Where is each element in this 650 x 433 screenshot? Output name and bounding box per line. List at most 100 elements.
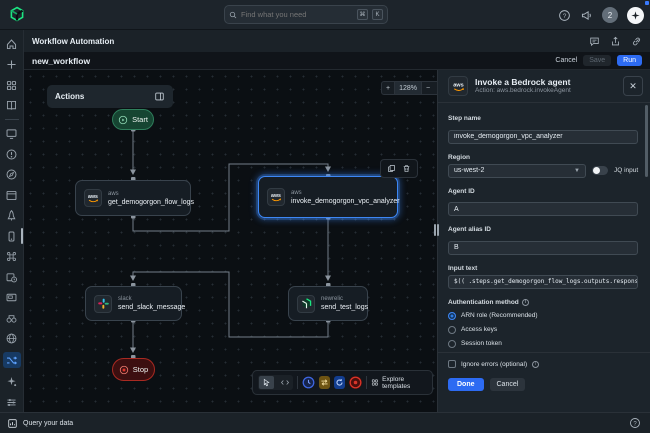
start-label: Start (132, 115, 148, 124)
user-avatar[interactable]: 2 (602, 7, 618, 23)
global-search[interactable]: ⌘ K (224, 5, 388, 24)
node-get-demogorgon-flow-logs[interactable]: aws aws get_demogorgon_flow_logs (75, 180, 191, 216)
input-text-input[interactable]: $(( .steps.get_demogorgon_flow_logs.outp… (448, 275, 638, 289)
wait-step-button[interactable] (302, 376, 315, 389)
record-stop-icon (349, 376, 362, 389)
auth-option-access-keys[interactable]: Access keys (448, 326, 641, 334)
dashboards-icon[interactable] (4, 127, 20, 141)
step-name-input[interactable] (448, 130, 638, 144)
slack-icon (94, 295, 112, 313)
explore-templates-label: Explore templates (382, 376, 427, 390)
feedback-icon[interactable] (589, 36, 600, 47)
sparkle-icon (630, 10, 641, 21)
cancel-button[interactable]: Cancel (555, 57, 577, 64)
info-icon[interactable]: i (532, 361, 539, 368)
loop-step-button[interactable] (334, 376, 345, 389)
chevron-down-icon: ▼ (574, 168, 580, 174)
cursor-icon (262, 378, 271, 387)
save-button[interactable]: Save (583, 55, 611, 66)
share-icon[interactable] (610, 36, 621, 47)
help-icon[interactable]: ? (558, 9, 571, 22)
select-tool-button[interactable] (259, 376, 274, 389)
ai-assistant-button[interactable] (627, 7, 644, 24)
auth-method-label: Authentication method i (448, 299, 641, 306)
stop-node[interactable]: Stop (112, 358, 155, 381)
stop-step-button[interactable] (349, 376, 362, 389)
page-title: Workflow Automation (32, 37, 114, 46)
workflow-automation-icon[interactable] (3, 352, 21, 368)
panel-resize-handle[interactable] (433, 222, 440, 238)
aws-icon: aws (84, 189, 102, 207)
browser-icon[interactable] (4, 188, 20, 202)
create-plus-icon[interactable] (4, 58, 20, 72)
auth-option-arn-role[interactable]: ARN role (Recommended) (448, 312, 641, 320)
auth-option-session-token[interactable]: Session token (448, 340, 641, 348)
collapse-panel-icon[interactable] (154, 91, 165, 102)
panel-title: Invoke a Bedrock agent (475, 77, 571, 87)
zoom-out-button[interactable]: − (422, 85, 434, 92)
panel-cancel-button[interactable]: Cancel (490, 378, 526, 391)
settings-levels-icon[interactable] (4, 395, 20, 409)
infrastructure-icon[interactable] (4, 291, 20, 305)
input-text-label: Input text (448, 265, 641, 272)
checkbox-icon[interactable] (448, 360, 456, 368)
run-button[interactable]: Run (617, 55, 642, 66)
ai-icon[interactable] (4, 375, 20, 389)
transform-step-button[interactable] (319, 376, 330, 389)
agent-alias-id-input[interactable] (448, 241, 638, 255)
service-map-icon[interactable] (4, 332, 20, 346)
browse-data-icon[interactable] (4, 311, 20, 325)
docs-icon[interactable] (4, 99, 20, 113)
topbar-actions: ? 2 (558, 0, 644, 30)
node-send-slack-message[interactable]: slack send_slack_message (85, 286, 182, 321)
explorer-icon[interactable] (4, 168, 20, 182)
done-button[interactable]: Done (448, 378, 484, 391)
agent-alias-id-label: Agent alias ID (448, 226, 641, 233)
search-input[interactable] (241, 10, 353, 19)
jq-input-toggle[interactable] (592, 166, 608, 175)
command-palette-icon[interactable] (4, 250, 20, 264)
scheduled-icon[interactable] (4, 270, 20, 284)
newrelic-logo-icon[interactable] (9, 6, 25, 22)
node-provider: aws (108, 190, 194, 198)
node-invoke-demogorgon-vpc-analyzer[interactable]: aws aws invoke_demogorgon_vpc_analyzer (258, 176, 398, 218)
panel-scrollbar[interactable] (645, 105, 648, 177)
svg-text:?: ? (633, 421, 637, 427)
zoom-in-button[interactable]: + (382, 85, 394, 92)
code-view-button[interactable] (277, 376, 292, 389)
cmd-key-badge: ⌘ (357, 9, 368, 20)
home-icon[interactable] (4, 37, 20, 51)
start-node[interactable]: Start (112, 109, 154, 130)
mobile-icon[interactable] (4, 229, 20, 243)
radio-icon (448, 326, 456, 334)
workflow-header: new_workflow Cancel Save Run (24, 52, 650, 70)
close-panel-button[interactable]: ✕ (623, 76, 643, 96)
workflow-canvas[interactable]: Actions + 128% − Start (24, 70, 437, 412)
alerts-icon[interactable] (4, 147, 20, 161)
apm-icon[interactable] (4, 209, 20, 223)
rail-scrollbar[interactable] (21, 228, 23, 244)
explore-templates-button[interactable]: Explore templates (371, 376, 427, 390)
panel-header: aws Invoke a Bedrock agent Action: aws.b… (438, 70, 650, 103)
region-label: Region (448, 154, 641, 161)
query-your-data-button[interactable]: Query your data (23, 420, 73, 427)
duplicate-node-icon[interactable] (387, 164, 396, 173)
actions-panel-header[interactable]: Actions (47, 85, 173, 108)
info-icon[interactable]: i (522, 299, 529, 306)
announcements-icon[interactable] (580, 9, 593, 22)
aws-icon: aws (267, 188, 285, 206)
node-name: get_demogorgon_flow_logs (108, 198, 194, 207)
zoom-level: 128% (394, 82, 422, 94)
node-name: send_test_logs (321, 303, 368, 312)
help-icon[interactable]: ? (629, 417, 641, 429)
ignore-errors-row[interactable]: Ignore errors (optional) i (448, 360, 641, 368)
node-send-test-logs[interactable]: newrelic send_test_logs (288, 286, 368, 321)
copy-link-icon[interactable] (631, 36, 642, 47)
region-select[interactable]: us-west-2 ▼ (448, 164, 586, 178)
k-key-badge: K (372, 9, 383, 20)
panel-footer: Ignore errors (optional) i Done Cancel (438, 352, 650, 412)
agent-id-input[interactable] (448, 202, 638, 216)
templates-grid-icon (371, 378, 379, 387)
delete-node-icon[interactable] (402, 164, 411, 173)
all-capabilities-icon[interactable] (4, 78, 20, 92)
